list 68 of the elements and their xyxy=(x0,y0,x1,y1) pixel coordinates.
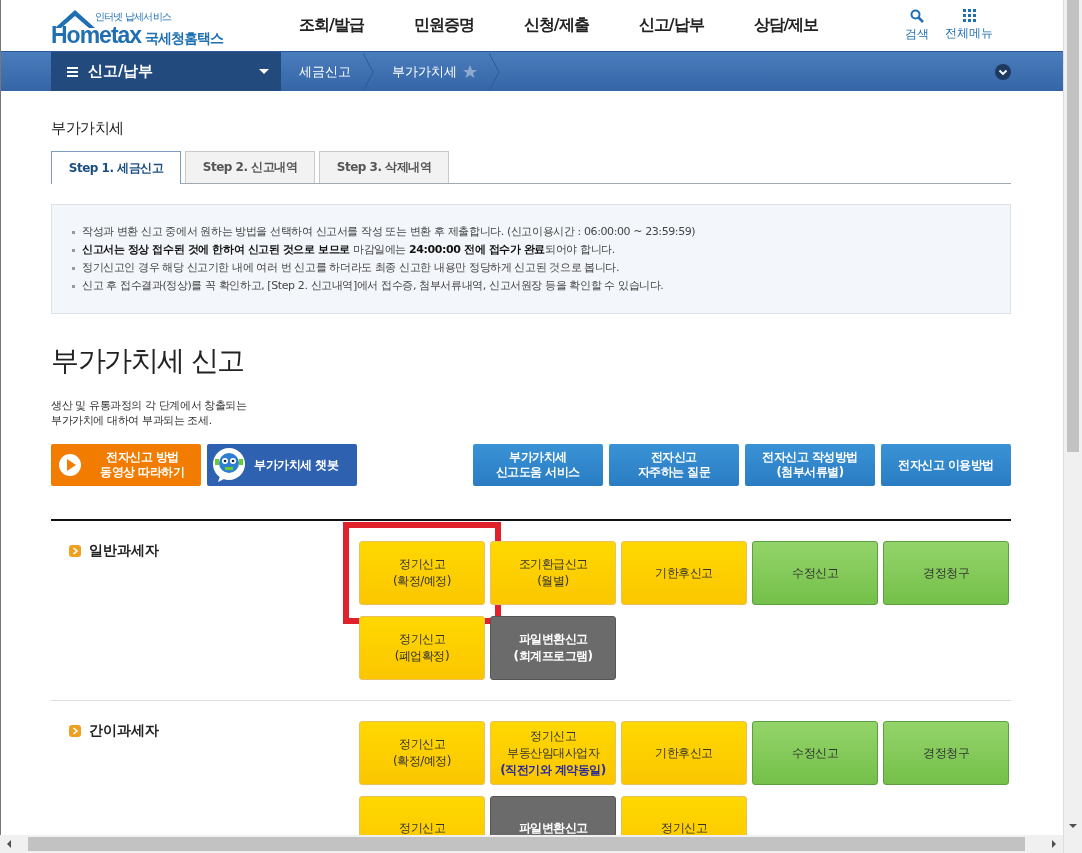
arrow-bullet-icon xyxy=(69,725,81,737)
filing-button[interactable]: 경정청구 xyxy=(883,721,1009,785)
description-text: 부가가치에 대하여 부과되는 조세. xyxy=(51,413,213,428)
menu-label: 신고/납부 xyxy=(88,62,155,81)
filing-button[interactable]: 조기환급신고 (월별) xyxy=(490,541,616,605)
chevron-down-icon xyxy=(995,63,1011,80)
filing-button[interactable]: 경정청구 xyxy=(883,541,1009,605)
filing-button[interactable]: 정기신고 xyxy=(359,796,485,835)
notice-text: 작성과 변환 신고 중에서 원하는 방법을 선택하여 신고서를 작성 또는 변환 후 제출합니다. (신고이용시간 : 06:00:00 ~ 23:59:59) xyxy=(82,224,696,240)
filing-button[interactable]: 정기신고 부동산임대사업자 (직전기와 계약동일) xyxy=(490,721,616,785)
logo-title[interactable]: 국세청홈택스 xyxy=(145,29,224,48)
menu-dropdown[interactable]: 신고/납부 xyxy=(51,52,281,91)
filing-button[interactable]: 파일변환신고 (회계프로그램) xyxy=(490,616,616,680)
guide-button[interactable]: 부가가치세 신고도움 서비스 xyxy=(473,444,603,486)
nav-link[interactable]: 상담/제보 xyxy=(753,15,819,36)
group-title: 간이과세자 xyxy=(89,722,159,740)
filing-button[interactable]: 기한후신고 xyxy=(621,541,747,605)
filing-button[interactable]: 수정신고 xyxy=(752,721,878,785)
filing-button[interactable]: 정기신고 xyxy=(621,796,747,835)
logo-wordmark[interactable]: Hometax xyxy=(51,21,142,48)
breadcrumb-item[interactable]: 부가가치세 xyxy=(374,52,500,91)
filing-button[interactable]: 정기신고 (확정/예정) xyxy=(359,541,485,605)
tab[interactable]: Step 1. 세금신고 xyxy=(51,151,181,184)
bullet-icon xyxy=(72,230,75,234)
nav-link[interactable]: 조회/발급 xyxy=(299,15,364,36)
scroll-left-arrow-icon[interactable] xyxy=(6,839,12,849)
scrollbar-corner xyxy=(1063,835,1082,853)
guide-button[interactable]: 전자신고 이용방법 xyxy=(881,444,1011,486)
group-title: 일반과세자 xyxy=(89,542,159,560)
tab[interactable]: Step 3. 삭제내역 xyxy=(319,151,449,183)
scroll-right-arrow-icon[interactable] xyxy=(1051,839,1057,849)
filing-button[interactable]: 파일변환신고 xyxy=(490,796,616,835)
caret-icon xyxy=(259,69,269,74)
breadcrumb-item[interactable]: 세금신고 xyxy=(281,52,374,91)
breadcrumb-label: 세금신고 xyxy=(299,62,351,81)
nav-link[interactable]: 신고/납부 xyxy=(638,15,704,36)
filing-button[interactable]: 정기신고 (확정/예정) xyxy=(359,721,485,785)
filing-button[interactable]: 수정신고 xyxy=(752,541,878,605)
breadcrumb-label: 부가가치세 xyxy=(392,62,457,81)
vertical-scrollbar[interactable] xyxy=(1063,0,1082,835)
bullet-icon xyxy=(72,248,75,252)
bullet-icon xyxy=(72,266,75,270)
filing-button[interactable]: 기한후신고 xyxy=(621,721,747,785)
nav-link[interactable]: 신청/제출 xyxy=(523,15,589,36)
notice-text: 신고 후 접수결과(정상)를 꼭 확인하고, [Step 2. 신고내역]에서 접수증, 첨부서류내역, 신고서원장 등을 확인할 수 있습니다. xyxy=(82,278,664,294)
guide-button[interactable]: 전자신고 작성방법 (첨부서류별) xyxy=(745,444,875,486)
notice-text: 신고서는 정상 접수된 것에 한하여 신고된 것으로 보므로 마감일에는 24:00:00 전에 접수가 완료되어야 합니다. xyxy=(82,242,615,258)
description-text: 생산 및 유통과정의 각 단계에서 창출되는 xyxy=(51,398,248,413)
guide-button[interactable]: 전자신고 자주하는 질문 xyxy=(609,444,739,486)
logo-tagline: 인터넷 납세서비스 xyxy=(95,10,172,22)
nav-link[interactable]: 민원증명 xyxy=(413,15,474,36)
utility-button[interactable]: 전체메뉴 xyxy=(945,8,993,43)
guide-button[interactable]: 부가가치세 챗봇 xyxy=(207,444,357,486)
section-heading: 부가가치세 신고 xyxy=(51,343,245,379)
arrow-bullet-icon xyxy=(69,545,81,557)
scroll-down-arrow-icon[interactable] xyxy=(1068,823,1078,829)
notice-text: 정기신고인 경우 해당 신고기한 내에 여러 번 신고를 하더라도 최종 신고한 내용만 정당하게 신고된 것으로 봅니다. xyxy=(82,260,620,276)
tab[interactable]: Step 2. 신고내역 xyxy=(185,151,315,183)
filing-button[interactable]: 정기신고 (폐업확정) xyxy=(359,616,485,680)
horizontal-scrollbar[interactable] xyxy=(0,835,1063,853)
bullet-icon xyxy=(72,284,75,288)
menu-icon xyxy=(67,66,78,77)
robot-icon xyxy=(212,447,246,483)
grid-icon xyxy=(962,8,976,22)
utility-button[interactable]: 검색 xyxy=(905,8,929,43)
play-icon xyxy=(58,453,82,477)
search-icon xyxy=(910,8,924,23)
page-title: 부가가치세 xyxy=(51,119,125,139)
